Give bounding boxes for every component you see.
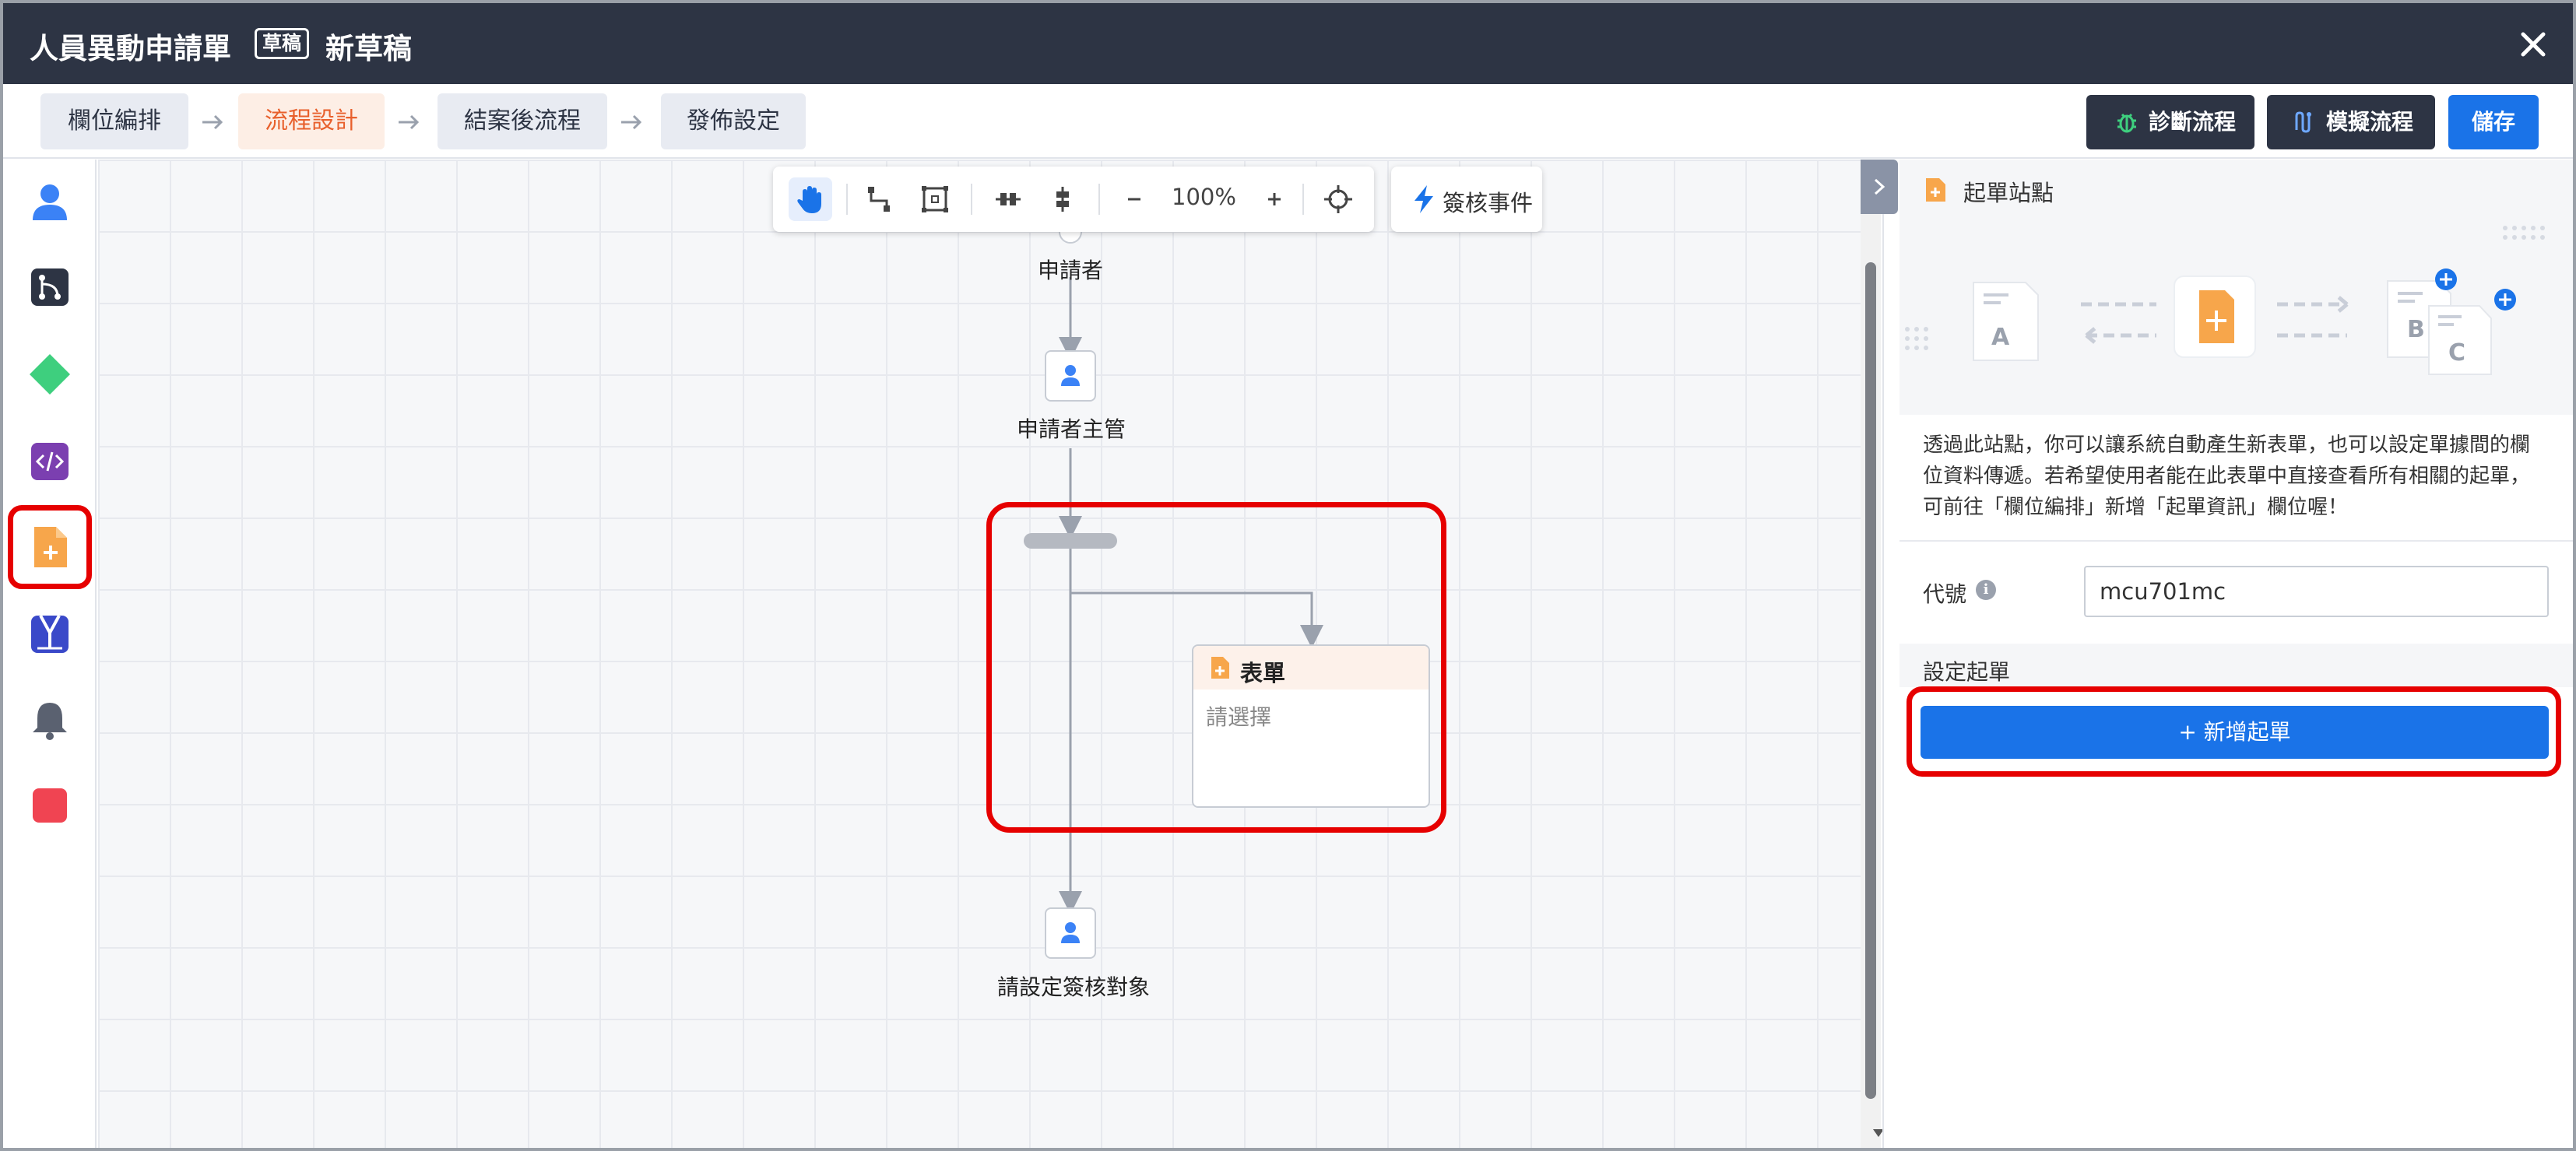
user-icon: [1061, 922, 1080, 943]
toolbar-separator: [971, 184, 972, 215]
manager-node[interactable]: [1045, 350, 1096, 402]
zoom-in-icon[interactable]: [1253, 177, 1296, 221]
code-input[interactable]: mcu701mc: [2084, 566, 2549, 617]
manager-node-label: 申請者主管: [1017, 416, 1126, 442]
canvas-scrollbar[interactable]: [1861, 160, 1881, 1148]
svg-text:A: A: [1991, 324, 2010, 351]
align-vertical-icon[interactable]: [1041, 177, 1084, 221]
user-icon: [1061, 365, 1080, 386]
svg-text:C: C: [2448, 339, 2465, 367]
panel-header: 起單站點: [1899, 160, 2573, 220]
lightning-icon: [1415, 185, 1433, 213]
info-icon[interactable]: i: [1976, 580, 1996, 600]
select-frame-icon[interactable]: [913, 177, 957, 221]
toolbar-separator: [1098, 184, 1100, 215]
panel-description: 透過此站點，你可以讓系統自動產生新表單，也可以設定單據間的欄位資料傳遞。若希望使…: [1923, 433, 2531, 519]
highlight-box-branch: [986, 502, 1446, 833]
form-add-icon: [1926, 178, 1945, 202]
zoom-out-icon[interactable]: [1112, 177, 1156, 221]
svg-text:B: B: [2407, 316, 2425, 343]
divider: [1899, 540, 2573, 542]
start-node-label: 申請者: [1038, 258, 1104, 283]
chevron-right-icon: [1874, 178, 1885, 195]
start-form-illustration: A B C: [1899, 220, 2573, 415]
form-flow-illustration: A B C: [1905, 226, 2545, 375]
code-label: 代號: [1923, 581, 1967, 607]
scrollbar-thumb[interactable]: [1865, 262, 1876, 1099]
canvas-toolbar: 100%: [773, 167, 1374, 232]
align-horizontal-icon[interactable]: [986, 177, 1030, 221]
set-start-form-label: 設定起單: [1923, 659, 2011, 685]
collapse-panel-button[interactable]: [1861, 160, 1898, 214]
highlight-box-add-button: [1907, 686, 2561, 777]
hand-icon[interactable]: [789, 177, 832, 221]
end-node-label: 請設定簽核對象: [997, 974, 1151, 1000]
connector-icon[interactable]: [857, 177, 901, 221]
zoom-level: 100%: [1172, 184, 1236, 210]
panel-title: 起單站點: [1963, 180, 2054, 206]
end-node[interactable]: [1045, 907, 1096, 959]
toolbar-separator: [846, 184, 848, 215]
approval-events-button[interactable]: 簽核事件: [1391, 167, 1542, 232]
toolbar-separator: [1302, 184, 1304, 215]
crosshair-icon[interactable]: [1316, 177, 1360, 221]
